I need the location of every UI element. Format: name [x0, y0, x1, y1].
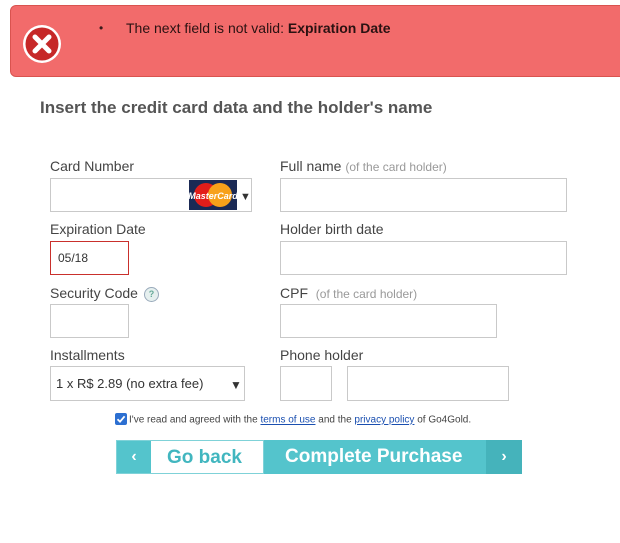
expiration-input[interactable] [50, 241, 129, 275]
full-name-input[interactable] [280, 178, 567, 212]
error-field: Expiration Date [287, 20, 391, 36]
full-name-label: Full name (of the card holder) [280, 158, 447, 174]
card-brand-dropdown-icon[interactable]: ▼ [240, 191, 251, 203]
installments-selected: 1 x R$ 2.89 (no extra fee) [56, 376, 204, 391]
agreement-suffix: of Go4Gold. [414, 414, 472, 426]
card-brand-text: MasterCard [189, 191, 237, 201]
go-back-label: Go back [167, 447, 242, 468]
complete-purchase-button[interactable]: Complete Purchase › [264, 440, 522, 474]
phone-label: Phone holder [280, 347, 364, 363]
error-icon [23, 25, 61, 63]
checkmark-icon [116, 415, 126, 424]
agreement-row: I've read and agreed with the terms of u… [115, 413, 472, 426]
installments-label: Installments [50, 347, 125, 363]
agreement-prefix: I've read and agreed with the [129, 414, 261, 426]
privacy-policy-link[interactable]: privacy policy [354, 415, 414, 426]
complete-purchase-label: Complete Purchase [285, 446, 463, 467]
cpf-label: CPF (of the card holder) [280, 285, 418, 301]
security-code-input[interactable] [50, 304, 129, 338]
error-message: The next field is not valid: Expiration … [126, 20, 391, 36]
error-bullet: • [99, 21, 104, 35]
birth-date-label: Holder birth date [280, 221, 384, 237]
go-back-button[interactable]: ‹ Go back [116, 440, 264, 474]
error-banner: • The next field is not valid: Expiratio… [10, 5, 620, 77]
security-code-label: Security Code? [50, 285, 159, 302]
phone-number-input[interactable] [347, 366, 509, 401]
phone-area-input[interactable] [280, 366, 332, 401]
mastercard-icon[interactable]: MasterCard [189, 180, 237, 210]
chevron-down-icon[interactable]: ▼ [230, 378, 242, 392]
card-number-label: Card Number [50, 158, 135, 174]
cpf-hint: (of the card holder) [315, 287, 418, 301]
birth-date-input[interactable] [280, 241, 567, 275]
full-name-hint: (of the card holder) [345, 160, 447, 174]
agreement-middle: and the [315, 414, 355, 426]
agreement-checkbox[interactable] [115, 413, 127, 425]
chevron-right-icon: › [486, 440, 522, 474]
chevron-left-icon: ‹ [117, 441, 151, 473]
cpf-input[interactable] [280, 304, 497, 338]
help-icon[interactable]: ? [143, 286, 159, 302]
terms-of-use-link[interactable]: terms of use [260, 415, 315, 426]
expiration-label: Expiration Date [50, 221, 146, 237]
page-title: Insert the credit card data and the hold… [40, 98, 433, 117]
